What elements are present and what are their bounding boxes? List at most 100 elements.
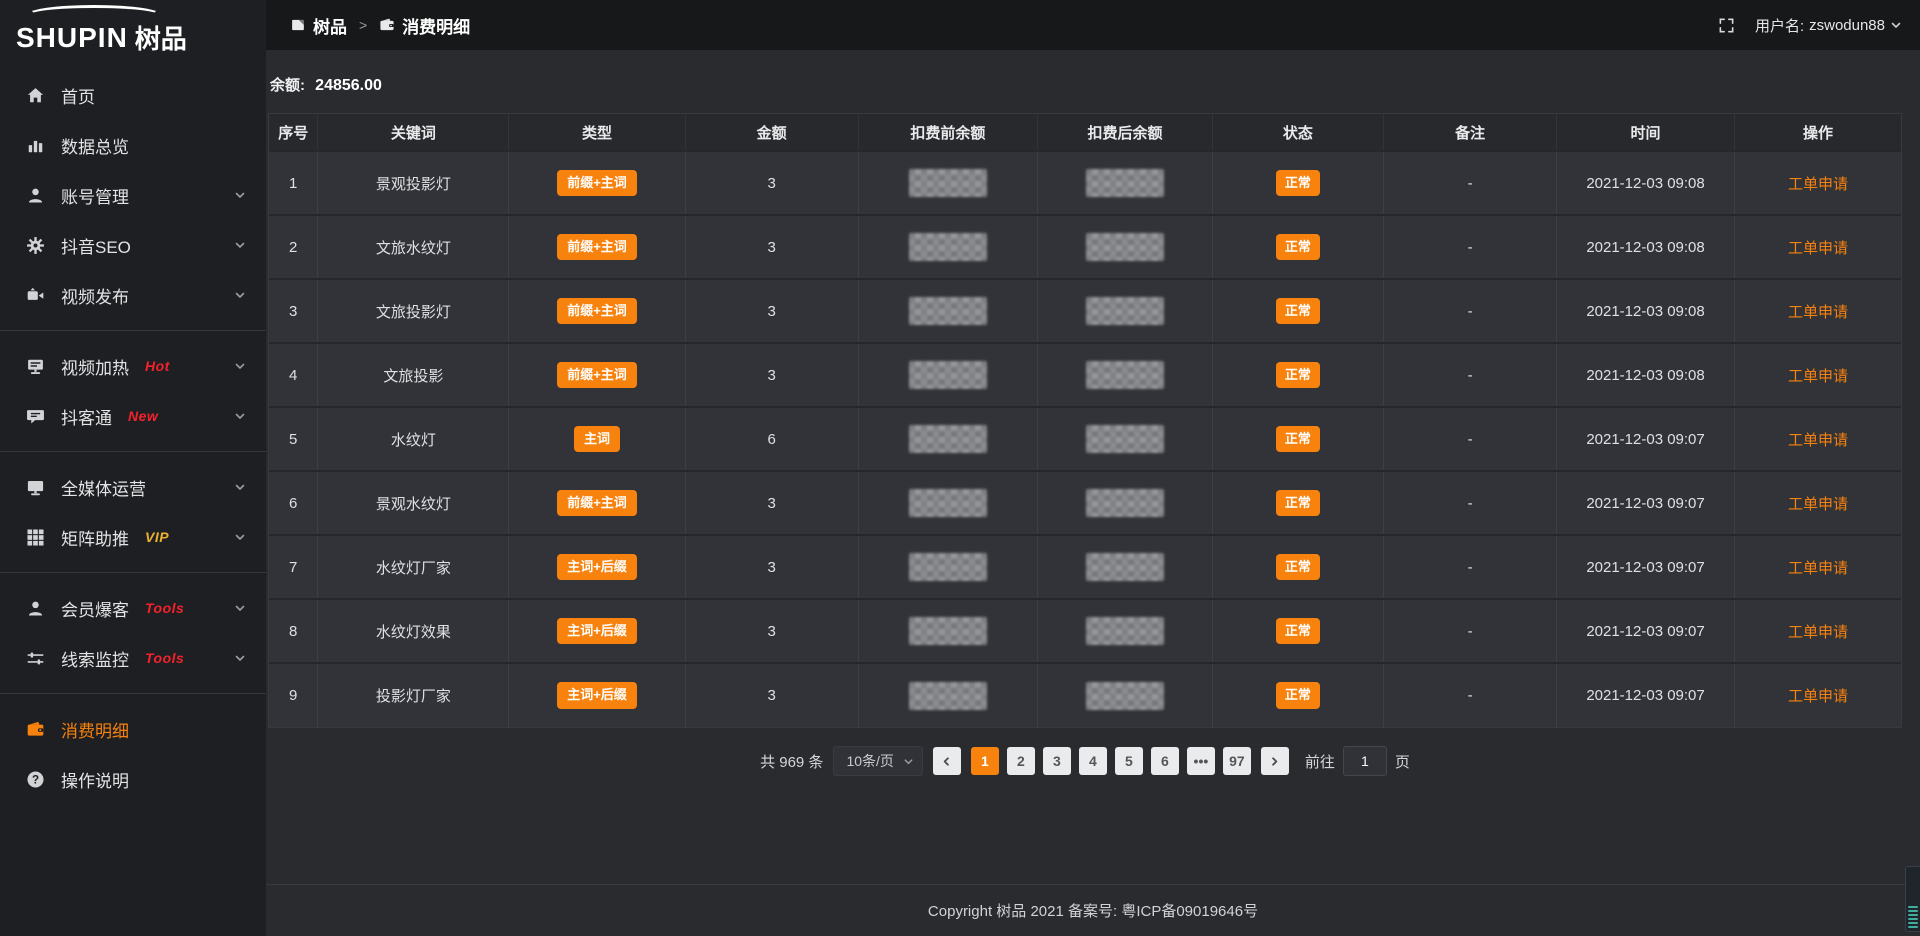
- sidebar-item-label: 矩阵助推: [61, 525, 129, 550]
- page-button-5[interactable]: 5: [1115, 747, 1143, 775]
- page-button-2[interactable]: 2: [1007, 747, 1035, 775]
- chevron-down-icon: [234, 602, 246, 614]
- cell-status: 正常: [1212, 279, 1383, 343]
- sidebar-item-douyin-seo[interactable]: 抖音SEO: [0, 220, 266, 270]
- table-row: 4文旅投影前缀+主词3正常-2021-12-03 09:08工单申请: [269, 343, 1901, 407]
- cell-balance-before: [858, 663, 1038, 727]
- work-order-link[interactable]: 工单申请: [1788, 432, 1848, 449]
- work-order-link[interactable]: 工单申请: [1788, 240, 1848, 257]
- cell-keyword: 文旅投影灯: [318, 279, 509, 343]
- wallet-icon: [379, 17, 395, 33]
- work-order-link[interactable]: 工单申请: [1788, 560, 1848, 577]
- member-icon: [26, 599, 45, 618]
- sidebar-item-matrix-boost[interactable]: 矩阵助推 VIP: [0, 512, 266, 562]
- cell-action: 工单申请: [1734, 279, 1901, 343]
- sidebar-item-label: 消费明细: [61, 717, 129, 742]
- work-order-link[interactable]: 工单申请: [1788, 176, 1848, 193]
- column-header: 扣费后余额: [1038, 114, 1213, 151]
- status-badge: 正常: [1276, 170, 1320, 196]
- sidebar-item-instructions[interactable]: ?操作说明: [0, 754, 266, 804]
- cell-type: 前缀+主词: [509, 343, 685, 407]
- sidebar-item-consumption-details[interactable]: 消费明细: [0, 704, 266, 754]
- table-row: 6景观水纹灯前缀+主词3正常-2021-12-03 09:07工单申请: [269, 471, 1901, 535]
- cell-time: 2021-12-03 09:08: [1557, 343, 1735, 407]
- goto-page-input[interactable]: [1343, 746, 1387, 776]
- cell-balance-before: [858, 407, 1038, 471]
- column-header: 时间: [1557, 114, 1735, 151]
- sidebar-divider: [0, 572, 266, 573]
- table-row: 3文旅投影灯前缀+主词3正常-2021-12-03 09:08工单申请: [269, 279, 1901, 343]
- sidebar-item-member-marketing[interactable]: 会员爆客Tools: [0, 583, 266, 633]
- work-order-link[interactable]: 工单申请: [1788, 368, 1848, 385]
- logo-arc-icon: [26, 5, 162, 25]
- next-page-button[interactable]: [1261, 747, 1289, 775]
- cell-action: 工单申请: [1734, 343, 1901, 407]
- cell-status: 正常: [1212, 599, 1383, 663]
- sidebar-item-video-heating[interactable]: 视频加热Hot: [0, 341, 266, 391]
- user-menu[interactable]: 用户名: zswodun88: [1755, 15, 1902, 36]
- page-button-6[interactable]: 6: [1151, 747, 1179, 775]
- masked-value: [1086, 361, 1164, 389]
- sidebar-divider: [0, 693, 266, 694]
- work-order-link[interactable]: 工单申请: [1788, 496, 1848, 513]
- topbar-right: 用户名: zswodun88: [1718, 15, 1902, 36]
- cell-status: 正常: [1212, 407, 1383, 471]
- masked-value: [909, 169, 987, 197]
- chevron-down-icon: [903, 756, 914, 767]
- sidebar-item-data-overview[interactable]: 数据总览: [0, 120, 266, 170]
- masked-value: [1086, 297, 1164, 325]
- app-icon: [290, 17, 306, 33]
- sidebar-item-home[interactable]: 首页: [0, 70, 266, 120]
- chevron-down-icon: [234, 410, 246, 422]
- page-size-value: 10条/页: [846, 751, 893, 771]
- work-order-link[interactable]: 工单申请: [1788, 688, 1848, 705]
- masked-value: [1086, 425, 1164, 453]
- sidebar-item-lead-monitoring[interactable]: 线索监控Tools: [0, 633, 266, 683]
- sidebar-item-media-operation[interactable]: 全媒体运营: [0, 462, 266, 512]
- balance-value: 24856.00: [315, 77, 382, 94]
- sidebar-divider: [0, 451, 266, 452]
- sidebar-item-badge: VIP: [145, 529, 169, 545]
- page-button-3[interactable]: 3: [1043, 747, 1071, 775]
- sidebar-divider: [0, 330, 266, 331]
- table-row: 8水纹灯效果主词+后缀3正常-2021-12-03 09:07工单申请: [269, 599, 1901, 663]
- sidebar-item-douketong[interactable]: 抖客通New: [0, 391, 266, 441]
- breadcrumb-item-app[interactable]: 树品: [290, 13, 347, 38]
- sidebar: SHUPIN 树品 首页数据总览账号管理抖音SEO视频发布视频加热Hot抖客通N…: [0, 0, 266, 936]
- column-header: 备注: [1384, 114, 1557, 151]
- sidebar-item-video-publish[interactable]: 视频发布: [0, 270, 266, 320]
- page-size-select[interactable]: 10条/页: [833, 746, 922, 776]
- page-button-1[interactable]: 1: [971, 747, 999, 775]
- sidebar-item-account-management[interactable]: 账号管理: [0, 170, 266, 220]
- cell-amount: 6: [685, 407, 858, 471]
- floating-widget[interactable]: [1905, 866, 1920, 932]
- cell-index: 7: [269, 535, 318, 599]
- type-badge: 前缀+主词: [557, 490, 637, 516]
- type-badge: 主词: [574, 426, 620, 452]
- column-header: 类型: [509, 114, 685, 151]
- cell-index: 1: [269, 151, 318, 215]
- wallet-icon: [26, 720, 45, 739]
- page-button-97[interactable]: 97: [1223, 747, 1251, 775]
- prev-page-button[interactable]: [933, 747, 961, 775]
- cell-note: -: [1384, 215, 1557, 279]
- user-icon: [26, 186, 45, 205]
- sidebar-item-badge: Tools: [145, 650, 184, 666]
- cell-balance-after: [1038, 599, 1213, 663]
- breadcrumb-item-consumption[interactable]: 消费明细: [379, 13, 470, 38]
- fullscreen-button[interactable]: [1718, 17, 1735, 34]
- chevron-down-icon: [234, 481, 246, 493]
- cell-keyword: 文旅水纹灯: [318, 215, 509, 279]
- type-badge: 前缀+主词: [557, 362, 637, 388]
- page-button-4[interactable]: 4: [1079, 747, 1107, 775]
- sidebar-item-label: 数据总览: [61, 133, 129, 158]
- page-ellipsis-button[interactable]: •••: [1187, 747, 1215, 775]
- cell-note: -: [1384, 599, 1557, 663]
- masked-value: [909, 233, 987, 261]
- work-order-link[interactable]: 工单申请: [1788, 304, 1848, 321]
- cell-balance-after: [1038, 215, 1213, 279]
- cell-amount: 3: [685, 151, 858, 215]
- cell-status: 正常: [1212, 215, 1383, 279]
- chevron-down-icon: [234, 360, 246, 372]
- work-order-link[interactable]: 工单申请: [1788, 624, 1848, 641]
